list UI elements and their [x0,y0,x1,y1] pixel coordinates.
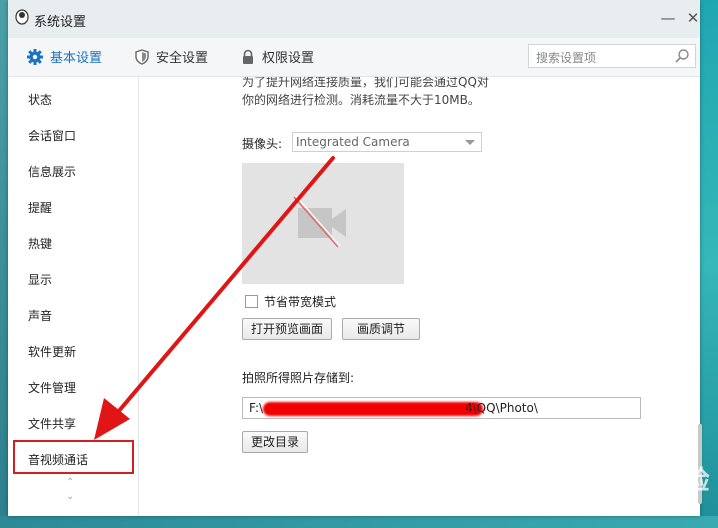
annotation-arrow [94,156,335,440]
baidu-watermark-url: jingyan.baidu.com [588,500,672,510]
baidu-watermark: Bai du 经验 [556,466,710,496]
